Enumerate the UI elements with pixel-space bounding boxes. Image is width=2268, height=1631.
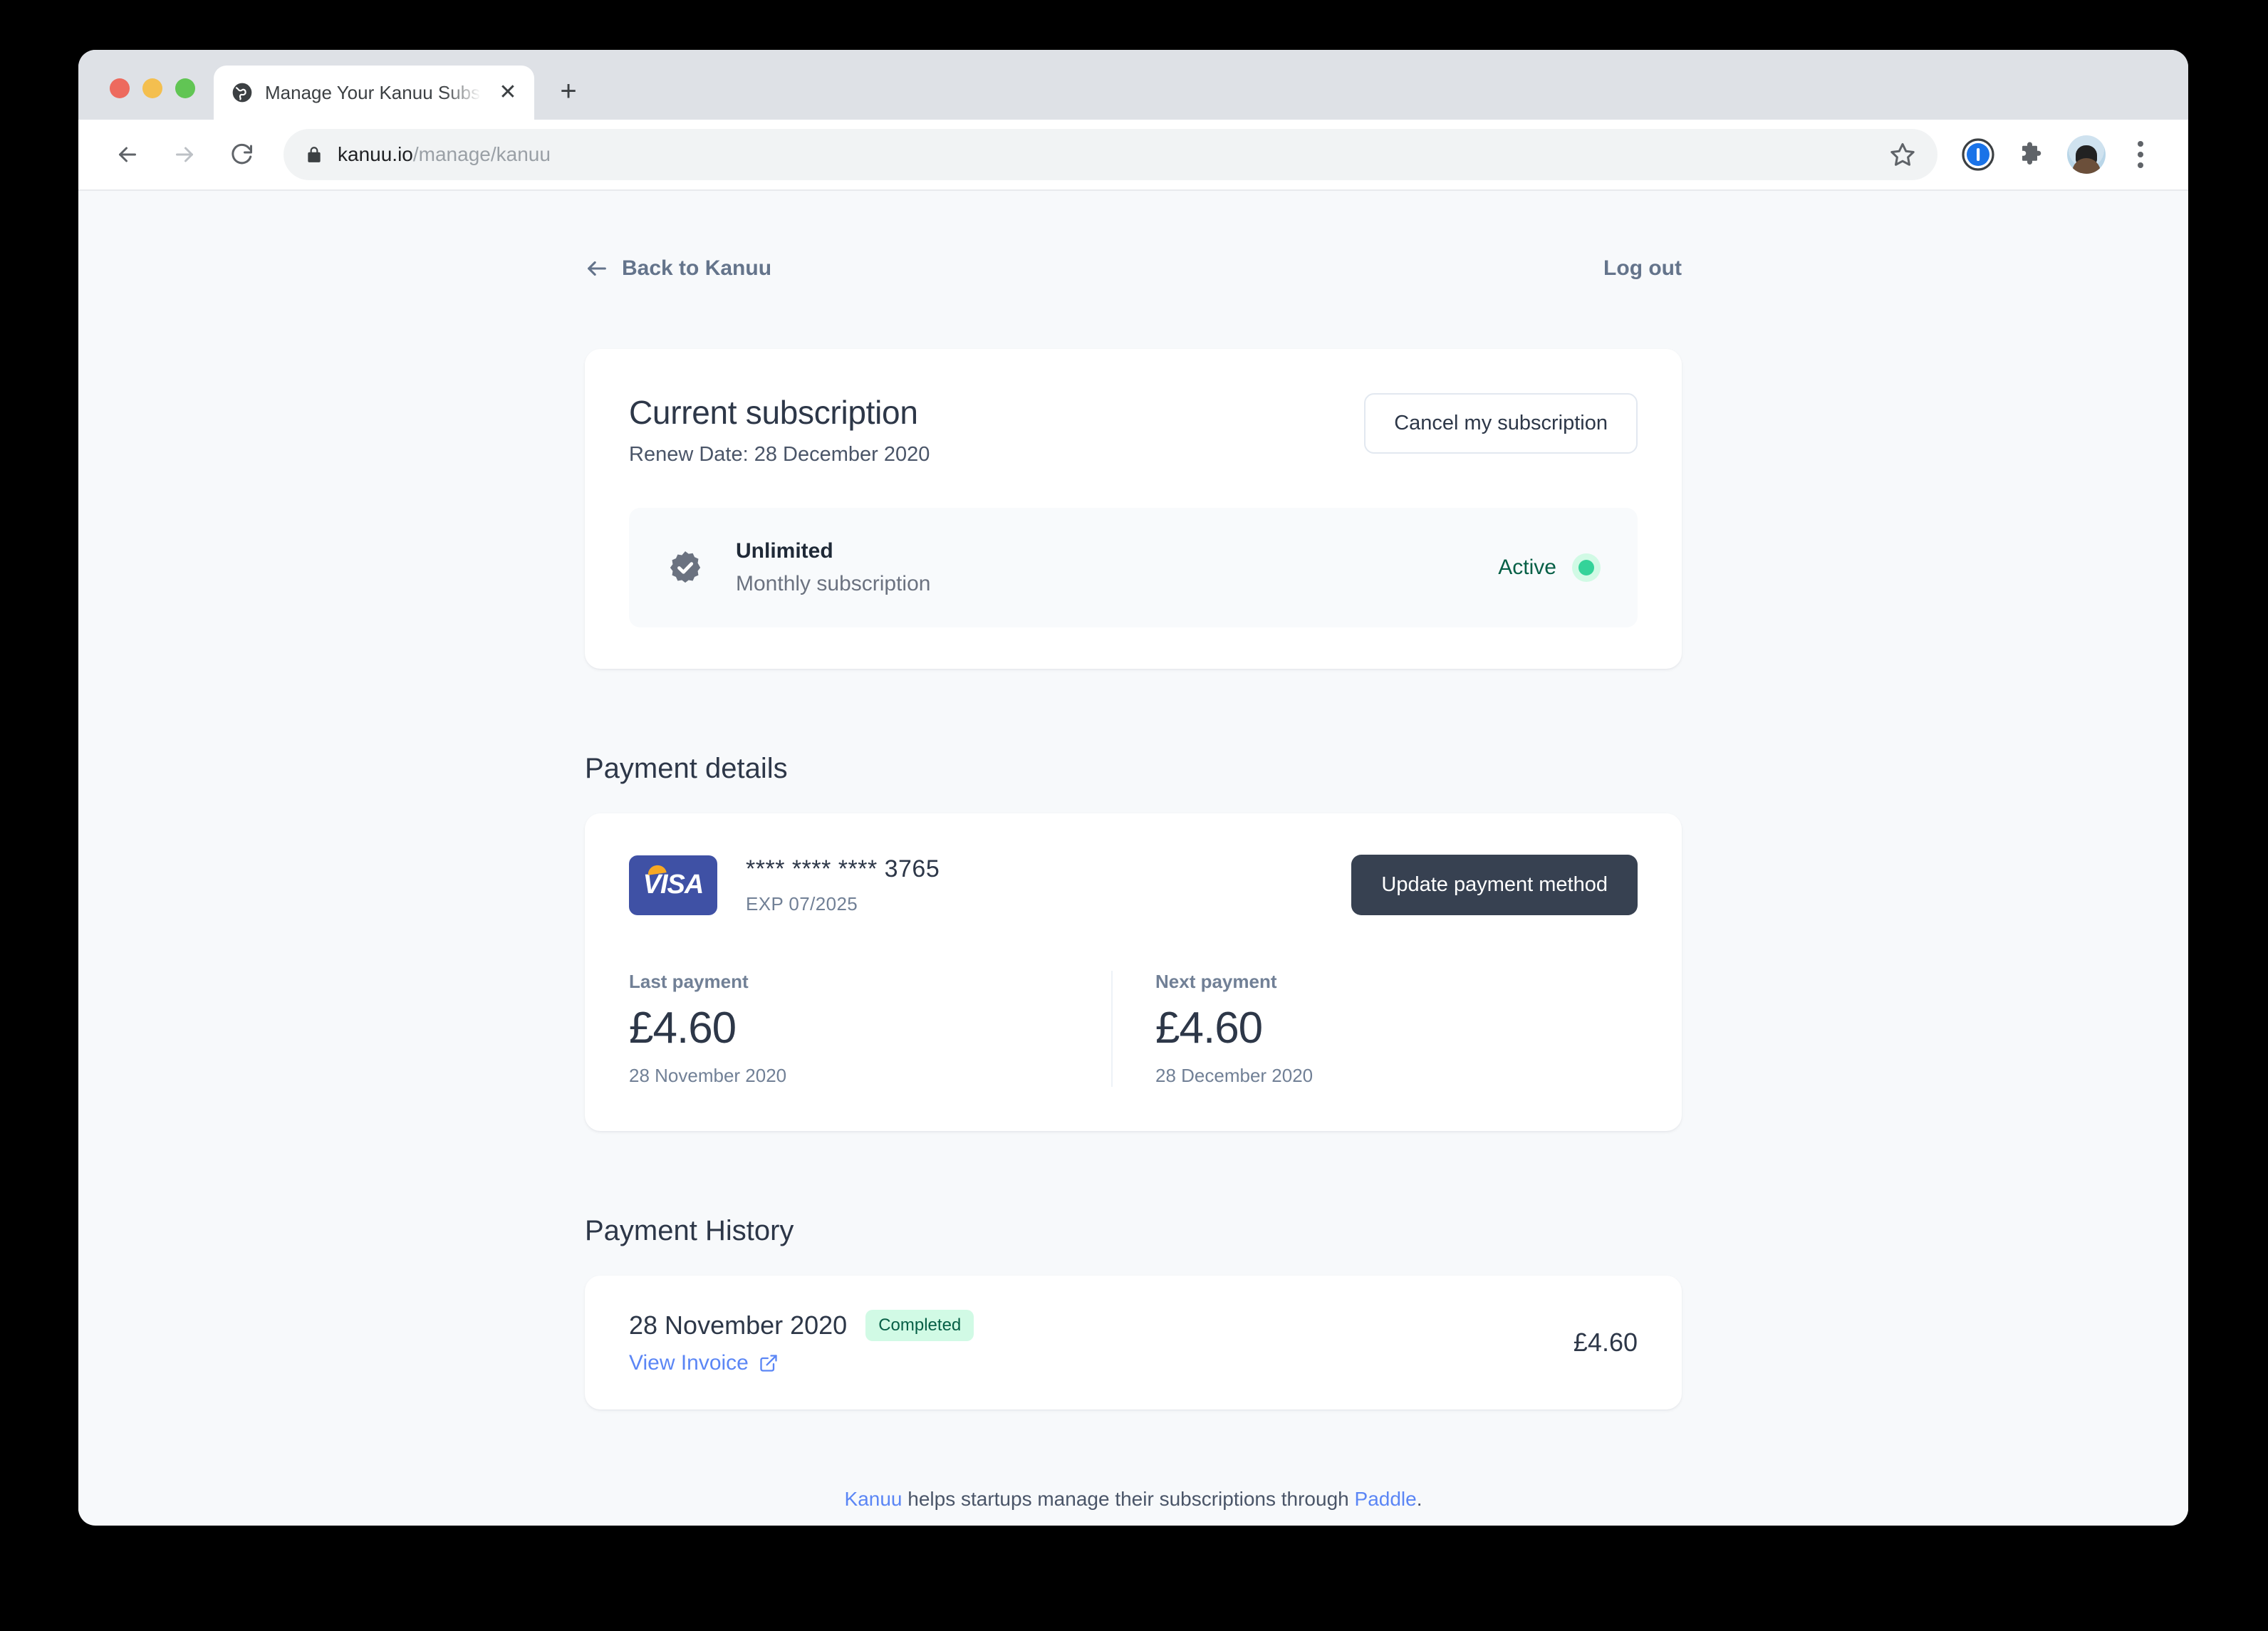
next-payment-label: Next payment bbox=[1155, 971, 1277, 992]
table-row: 28 November 2020 Completed View Invoice … bbox=[585, 1276, 1682, 1409]
last-payment-amount: £4.60 bbox=[629, 1004, 737, 1053]
page-content: Back to Kanuu Log out Current subscripti… bbox=[78, 191, 2188, 1524]
kanuu-link[interactable]: Kanuu bbox=[845, 1488, 902, 1510]
status-label: Active bbox=[1498, 556, 1556, 579]
globe-icon bbox=[232, 83, 252, 103]
back-to-kanuu-label: Back to Kanuu bbox=[622, 256, 772, 280]
browser-tab[interactable]: Manage Your Kanuu Subscription ✕ bbox=[214, 66, 534, 120]
browser-window: Manage Your Kanuu Subscription ✕ + bbox=[78, 50, 2188, 1526]
current-subscription-card: Current subscription Renew Date: 28 Dece… bbox=[585, 349, 1682, 669]
status-dot-icon bbox=[1572, 553, 1601, 582]
extensions-puzzle-icon[interactable] bbox=[2009, 131, 2056, 178]
badge-check-icon bbox=[670, 551, 701, 583]
chrome-menu-icon[interactable] bbox=[2117, 131, 2164, 178]
avatar bbox=[2067, 135, 2106, 174]
cancel-subscription-button[interactable]: Cancel my subscription bbox=[1364, 393, 1638, 454]
history-amount: £4.60 bbox=[1573, 1328, 1638, 1357]
close-tab-button[interactable]: ✕ bbox=[494, 79, 521, 106]
payment-history-heading: Payment History bbox=[585, 1215, 794, 1246]
tab-strip: Manage Your Kanuu Subscription ✕ + bbox=[78, 50, 2188, 120]
card-expiry: EXP 07/2025 bbox=[746, 892, 858, 914]
last-payment-date: 28 November 2020 bbox=[629, 1065, 787, 1086]
bookmark-star-icon[interactable] bbox=[1889, 141, 1916, 168]
footer-line-1: Kanuu helps startups manage their subscr… bbox=[585, 1488, 1682, 1511]
page-footer: Kanuu helps startups manage their subscr… bbox=[585, 1488, 1682, 1524]
renew-date: Renew Date: 28 December 2020 bbox=[629, 443, 930, 466]
payment-details-heading: Payment details bbox=[585, 753, 788, 784]
plan-row: Unlimited Monthly subscription Active bbox=[629, 508, 1638, 627]
logout-link[interactable]: Log out bbox=[1603, 256, 1682, 281]
history-status-badge: Completed bbox=[865, 1310, 974, 1341]
next-payment-amount: £4.60 bbox=[1155, 1004, 1263, 1053]
1password-icon[interactable] bbox=[1955, 131, 2002, 178]
reload-icon[interactable] bbox=[217, 130, 266, 179]
address-bar[interactable]: kanuu.io/manage/kanuu bbox=[284, 129, 1937, 180]
url-path: /manage/kanuu bbox=[412, 143, 551, 165]
new-tab-button[interactable]: + bbox=[547, 70, 590, 113]
view-invoice-link[interactable]: View Invoice bbox=[629, 1351, 974, 1375]
arrow-left-icon bbox=[588, 261, 606, 276]
tab-title: Manage Your Kanuu Subscription bbox=[265, 81, 483, 103]
back-icon[interactable] bbox=[103, 130, 152, 179]
window-traffic-lights bbox=[78, 78, 214, 120]
url-host: kanuu.io bbox=[338, 143, 413, 165]
update-payment-method-button[interactable]: Update payment method bbox=[1351, 855, 1638, 915]
page-header: Back to Kanuu Log out bbox=[585, 224, 1682, 281]
last-payment-label: Last payment bbox=[629, 971, 749, 992]
footer-line-1-mid: helps startups manage their subscription… bbox=[902, 1488, 1355, 1510]
maximize-window-button[interactable] bbox=[175, 78, 195, 98]
history-date: 28 November 2020 bbox=[629, 1310, 848, 1340]
card-number: **** **** **** 3765 bbox=[746, 855, 940, 882]
payment-amounts: Last payment £4.60 28 November 2020 Next… bbox=[629, 971, 1638, 1087]
view-invoice-label: View Invoice bbox=[629, 1351, 749, 1375]
page-title: Current subscription bbox=[629, 394, 918, 431]
last-payment-block: Last payment £4.60 28 November 2020 bbox=[629, 971, 1111, 1087]
visa-card-icon: VISA bbox=[629, 855, 717, 915]
paddle-link[interactable]: Paddle bbox=[1355, 1488, 1417, 1510]
minimize-window-button[interactable] bbox=[142, 78, 162, 98]
back-to-kanuu-link[interactable]: Back to Kanuu bbox=[585, 256, 771, 281]
close-window-button[interactable] bbox=[110, 78, 130, 98]
plan-billing-period: Monthly subscription bbox=[736, 572, 931, 595]
lock-icon bbox=[308, 147, 321, 162]
payment-details-card: VISA **** **** **** 3765 EXP 07/2025 Upd… bbox=[585, 813, 1682, 1131]
external-link-icon bbox=[760, 1355, 777, 1372]
plan-name: Unlimited bbox=[736, 539, 833, 563]
footer-line-1-end: . bbox=[1416, 1488, 1422, 1510]
next-payment-block: Next payment £4.60 28 December 2020 bbox=[1111, 971, 1638, 1087]
next-payment-date: 28 December 2020 bbox=[1155, 1065, 1314, 1086]
profile-avatar[interactable] bbox=[2063, 131, 2110, 178]
status-badge: Active bbox=[1498, 553, 1601, 582]
url-text: kanuu.io/manage/kanuu bbox=[338, 143, 551, 166]
forward-icon[interactable] bbox=[160, 130, 209, 179]
browser-toolbar: kanuu.io/manage/kanuu bbox=[78, 120, 2188, 191]
